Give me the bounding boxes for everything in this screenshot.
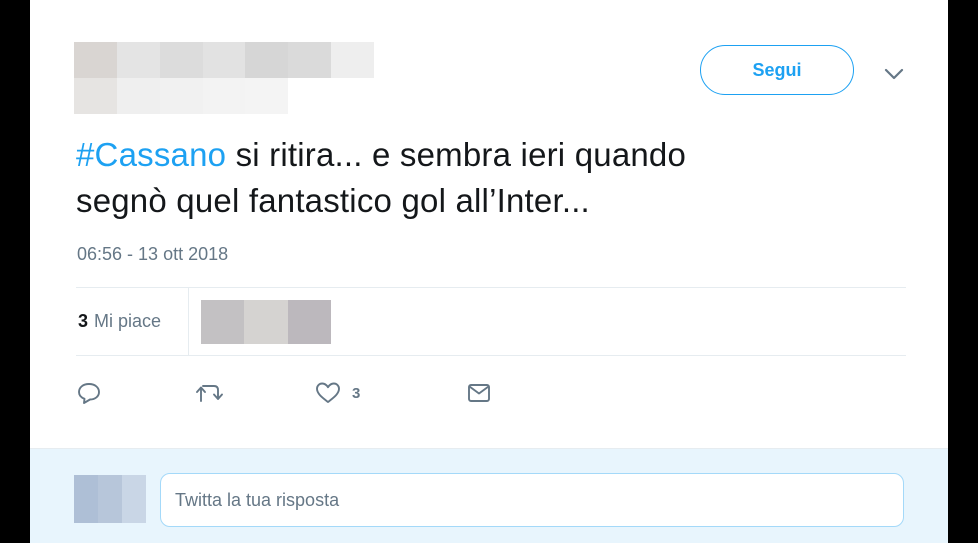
tweet-stats: 3 Mi piace	[76, 288, 906, 355]
like-button[interactable]: 3	[314, 378, 360, 408]
divider-bottom	[76, 355, 906, 356]
message-icon	[466, 380, 492, 406]
like-count: 3	[352, 384, 361, 402]
stats-separator	[188, 288, 189, 355]
blurred-reply-avatar	[74, 475, 146, 523]
tweet-actions: 3	[76, 372, 906, 414]
direct-message-button[interactable]	[466, 378, 492, 408]
reply-area: Twitta la tua risposta	[30, 448, 948, 543]
hashtag-link[interactable]: #Cassano	[76, 136, 226, 173]
reply-button[interactable]	[76, 378, 102, 408]
likes-count: 3	[78, 311, 89, 331]
likes-stat[interactable]: 3 Mi piace	[78, 288, 161, 355]
tweet-text: #Cassano si ritira... e sembra ieri quan…	[76, 132, 896, 224]
retweet-button[interactable]	[194, 378, 226, 408]
likes-label: Mi piace	[94, 311, 162, 331]
reply-input[interactable]: Twitta la tua risposta	[160, 473, 904, 527]
reply-icon	[76, 380, 102, 406]
follow-button[interactable]: Segui	[700, 45, 854, 95]
heart-icon	[314, 380, 342, 406]
chevron-down-icon[interactable]	[882, 62, 906, 86]
tweet-timestamp[interactable]: 06:56 - 13 ott 2018	[77, 244, 228, 265]
retweet-icon	[194, 380, 226, 406]
blurred-user-info[interactable]	[74, 42, 374, 114]
tweet-card: Segui #Cassano si ritira... e sembra ier…	[30, 0, 948, 543]
blurred-likers-avatars[interactable]	[201, 300, 331, 344]
tweet-text-line2: segnò quel fantastico gol all’Inter...	[76, 182, 590, 219]
tweet-text-line1: si ritira... e sembra ieri quando	[226, 136, 687, 173]
